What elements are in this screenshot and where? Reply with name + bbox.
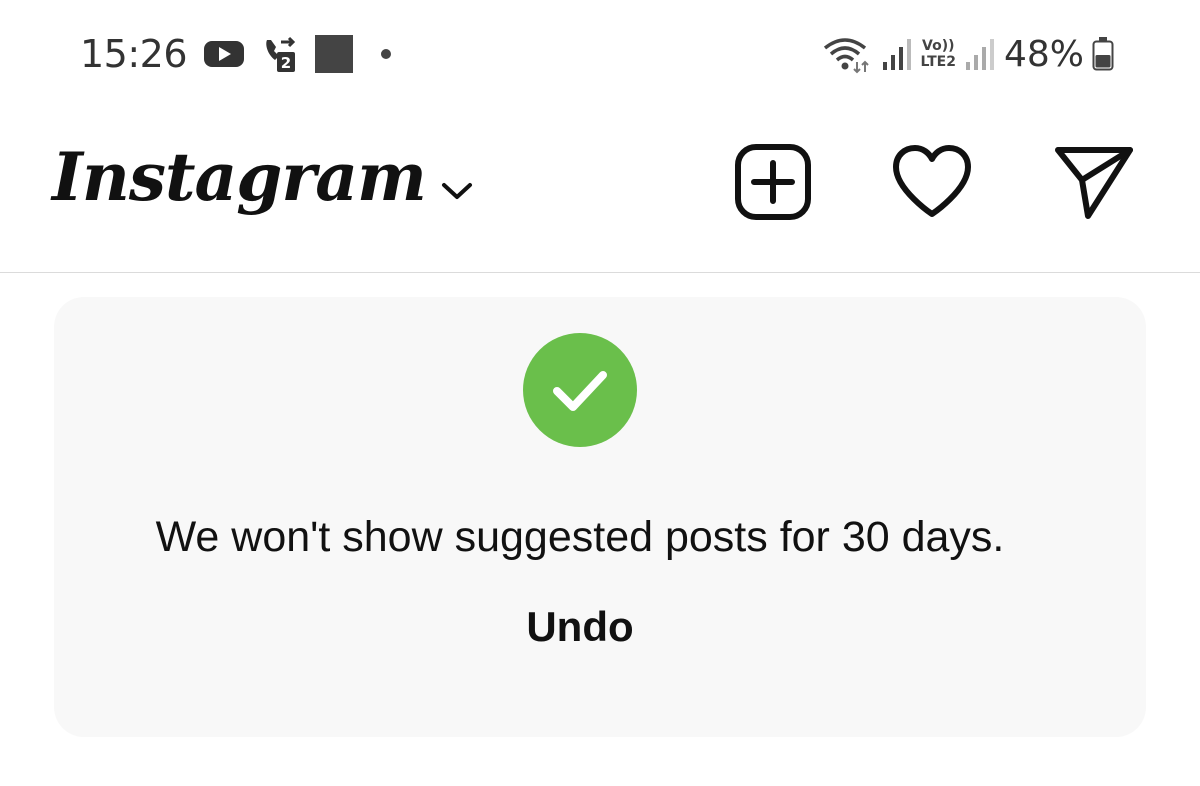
notification-dot-icon bbox=[379, 47, 393, 61]
status-left: 15:26 2 bbox=[80, 30, 393, 78]
status-bar: 15:26 2 Vo)) LTE2 48% bbox=[0, 0, 1200, 108]
call-forward-icon: 2 bbox=[261, 34, 299, 74]
app-header: Instagram bbox=[0, 108, 1200, 273]
suggested-posts-notice: We won't show suggested posts for 30 day… bbox=[54, 297, 1146, 737]
volte-bottom-label: LTE2 bbox=[920, 54, 956, 70]
chevron-down-icon[interactable] bbox=[440, 180, 474, 207]
wifi-icon bbox=[821, 34, 871, 74]
status-right: Vo)) LTE2 48% bbox=[821, 30, 1124, 78]
signal-icon-2 bbox=[964, 36, 994, 72]
undo-button[interactable]: Undo bbox=[54, 603, 1106, 651]
signal-icon-1 bbox=[881, 36, 911, 72]
volte-top-label: Vo)) bbox=[922, 38, 955, 54]
app-square-icon bbox=[315, 34, 355, 74]
heart-icon[interactable] bbox=[890, 142, 971, 222]
battery-percent: 48% bbox=[1003, 33, 1084, 75]
battery-icon bbox=[1092, 37, 1114, 71]
volte-indicator: Vo)) LTE2 bbox=[921, 38, 956, 70]
youtube-icon bbox=[203, 39, 245, 69]
notice-message: We won't show suggested posts for 30 day… bbox=[155, 513, 1005, 561]
direct-message-icon[interactable] bbox=[1052, 142, 1133, 222]
instagram-logo[interactable]: Instagram bbox=[52, 138, 427, 216]
clock: 15:26 bbox=[80, 32, 188, 76]
new-post-icon[interactable] bbox=[733, 142, 813, 222]
svg-text:2: 2 bbox=[281, 54, 291, 72]
success-check-icon bbox=[523, 333, 637, 447]
